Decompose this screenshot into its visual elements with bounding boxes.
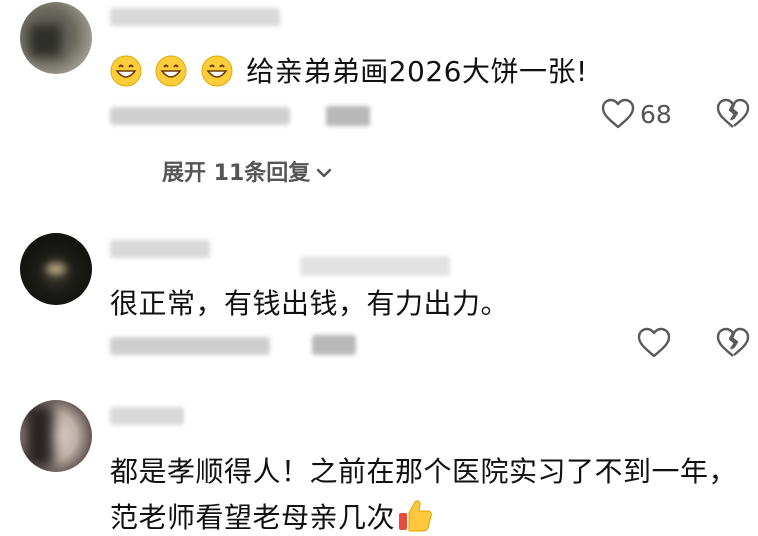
username[interactable] xyxy=(110,8,280,26)
comment-text: 很正常，有钱出钱，有力出力。 xyxy=(110,287,510,320)
broken-heart-icon xyxy=(716,98,750,128)
avatar[interactable] xyxy=(20,233,92,305)
broken-heart-icon xyxy=(716,327,750,357)
heart-icon xyxy=(601,98,635,129)
comment-text-line-1: 都是孝顺得人！之前在那个医院实习了不到一年， xyxy=(110,455,738,488)
grinning-face-icon xyxy=(155,55,200,88)
expand-replies-button[interactable]: 展开 11条回复 xyxy=(162,155,332,187)
dislike-button[interactable] xyxy=(715,98,751,130)
like-button[interactable] xyxy=(636,327,672,359)
chevron-down-icon xyxy=(316,159,332,184)
like-count: 68 xyxy=(640,100,672,129)
reply-button[interactable] xyxy=(326,106,370,126)
dislike-button[interactable] xyxy=(715,327,751,359)
avatar[interactable] xyxy=(20,400,92,472)
avatar[interactable] xyxy=(20,2,92,74)
username-decoration xyxy=(300,256,450,276)
comment-meta xyxy=(110,107,290,125)
reply-button[interactable] xyxy=(312,335,356,355)
comment-text: 给亲弟弟画2026大饼一张! xyxy=(110,50,588,90)
comment-text-body: 给亲弟弟画2026大饼一张! xyxy=(246,55,588,88)
like-button[interactable] xyxy=(600,98,636,130)
username[interactable] xyxy=(110,240,210,258)
grinning-face-icon xyxy=(110,55,155,88)
grinning-face-icon xyxy=(201,55,246,88)
comment-text-line-2: 范老师看望老母亲几次 xyxy=(110,496,433,536)
thumbs-up-icon xyxy=(395,500,433,534)
heart-icon xyxy=(637,327,671,358)
username[interactable] xyxy=(110,407,184,425)
comment-meta xyxy=(110,337,270,355)
